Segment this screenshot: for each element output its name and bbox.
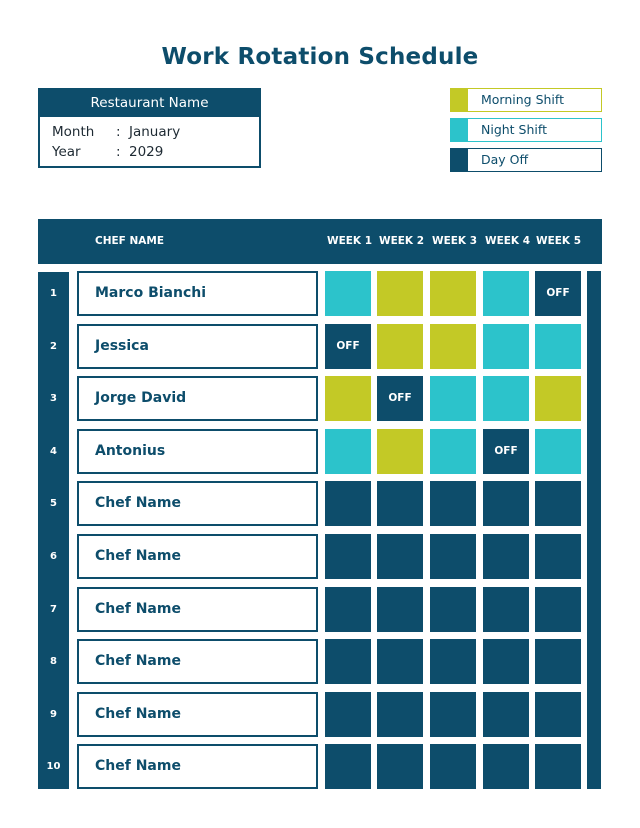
shift-cell-empty[interactable] xyxy=(377,534,423,579)
shift-cell-empty[interactable] xyxy=(325,534,371,579)
row-number: 7 xyxy=(50,603,57,615)
shift-cell-empty[interactable] xyxy=(483,534,529,579)
shift-cell-empty[interactable] xyxy=(430,534,476,579)
month-separator: : xyxy=(116,124,121,140)
shift-cell-empty[interactable] xyxy=(535,691,581,737)
shift-cell-empty[interactable] xyxy=(483,481,529,527)
shift-cell-off[interactable]: OFF xyxy=(535,271,581,316)
shift-cell-off[interactable]: OFF xyxy=(377,376,423,422)
shift-cell-empty[interactable] xyxy=(377,586,423,632)
restaurant-name[interactable]: Restaurant Name xyxy=(40,90,259,117)
shift-cell-empty[interactable] xyxy=(430,586,476,632)
legend-item-night: Night Shift xyxy=(450,118,602,142)
shift-cell-empty[interactable] xyxy=(483,691,529,737)
row-number: 2 xyxy=(50,340,57,352)
header-week-1: WEEK 1 xyxy=(327,235,373,247)
row-number: 4 xyxy=(50,445,57,457)
chef-name-field[interactable]: Marco Bianchi xyxy=(77,271,318,316)
header-week-5: WEEK 5 xyxy=(536,235,582,247)
shift-cell-empty[interactable] xyxy=(535,586,581,632)
row-number: 9 xyxy=(50,708,57,720)
legend-label: Day Off xyxy=(481,152,529,167)
row-number: 5 xyxy=(50,498,57,510)
month-label: Month xyxy=(52,124,95,140)
shift-cell-empty[interactable] xyxy=(535,481,581,527)
shift-cell-empty[interactable] xyxy=(483,639,529,685)
legend-swatch-night xyxy=(451,119,468,141)
right-edge-bar xyxy=(587,271,601,789)
shift-cell-empty[interactable] xyxy=(325,744,371,790)
shift-cell-off[interactable]: OFF xyxy=(325,323,371,369)
restaurant-info-box: Restaurant Name Month: January Year:2029 xyxy=(38,88,261,168)
shift-cell-empty[interactable] xyxy=(535,744,581,790)
shift-cell-night[interactable] xyxy=(535,428,581,474)
header-week-4: WEEK 4 xyxy=(485,235,531,247)
month-value[interactable]: January xyxy=(129,124,180,140)
shift-cell-morning[interactable] xyxy=(430,271,476,316)
year-label: Year xyxy=(52,144,81,160)
shift-cell-morning[interactable] xyxy=(377,323,423,369)
shift-cell-empty[interactable] xyxy=(430,639,476,685)
shift-cell-empty[interactable] xyxy=(430,481,476,527)
shift-cell-morning[interactable] xyxy=(377,271,423,316)
page-title: Work Rotation Schedule xyxy=(161,44,479,70)
header-week-3: WEEK 3 xyxy=(432,235,478,247)
shift-cell-night[interactable] xyxy=(430,428,476,474)
shift-cell-empty[interactable] xyxy=(483,586,529,632)
row-number: 8 xyxy=(50,656,57,668)
shift-cell-night[interactable] xyxy=(483,376,529,422)
shift-cell-empty[interactable] xyxy=(377,691,423,737)
shift-cell-empty[interactable] xyxy=(325,586,371,632)
table-header: CHEF NAME WEEK 1 WEEK 2 WEEK 3 WEEK 4 WE… xyxy=(38,219,602,264)
row-number: 1 xyxy=(50,288,57,299)
chef-name-field[interactable]: Jessica xyxy=(77,323,318,369)
chef-name-field[interactable]: Chef Name xyxy=(77,586,318,632)
chef-name-field[interactable]: Chef Name xyxy=(77,534,318,579)
legend-label: Night Shift xyxy=(481,122,547,137)
shift-cell-empty[interactable] xyxy=(483,744,529,790)
shift-cell-empty[interactable] xyxy=(535,639,581,685)
legend-item-morning: Morning Shift xyxy=(450,88,602,112)
shift-cell-off[interactable]: OFF xyxy=(483,428,529,474)
chef-name-field[interactable]: Chef Name xyxy=(77,639,318,685)
chef-name-field[interactable]: Antonius xyxy=(77,428,318,474)
shift-cell-night[interactable] xyxy=(430,376,476,422)
chef-name-field[interactable]: Chef Name xyxy=(77,744,318,790)
chef-name-field[interactable]: Chef Name xyxy=(77,691,318,737)
header-chef-name: CHEF NAME xyxy=(95,235,165,247)
shift-cell-morning[interactable] xyxy=(377,428,423,474)
shift-cell-empty[interactable] xyxy=(535,534,581,579)
row-number: 6 xyxy=(50,551,57,562)
year-value[interactable]: 2029 xyxy=(129,144,163,160)
year-separator: : xyxy=(116,144,121,160)
shift-cell-morning[interactable] xyxy=(325,376,371,422)
shift-cell-night[interactable] xyxy=(483,271,529,316)
row-number: 10 xyxy=(46,761,61,773)
shift-cell-empty[interactable] xyxy=(377,639,423,685)
shift-cell-empty[interactable] xyxy=(325,691,371,737)
legend-swatch-off xyxy=(451,149,468,171)
shift-cell-night[interactable] xyxy=(325,271,371,316)
shift-cell-empty[interactable] xyxy=(430,691,476,737)
shift-cell-night[interactable] xyxy=(325,428,371,474)
month-row: Month: January xyxy=(52,124,180,140)
shift-cell-empty[interactable] xyxy=(377,744,423,790)
shift-cell-night[interactable] xyxy=(483,323,529,369)
shift-cell-night[interactable] xyxy=(535,323,581,369)
year-row: Year:2029 xyxy=(52,144,163,160)
shift-cell-morning[interactable] xyxy=(430,323,476,369)
shift-cell-empty[interactable] xyxy=(377,481,423,527)
shift-cell-empty[interactable] xyxy=(325,639,371,685)
row-number: 3 xyxy=(50,393,57,405)
legend-swatch-morning xyxy=(451,89,468,111)
shift-cell-empty[interactable] xyxy=(430,744,476,790)
chef-name-field[interactable]: Chef Name xyxy=(77,481,318,527)
legend-label: Morning Shift xyxy=(481,92,564,107)
chef-name-field[interactable]: Jorge David xyxy=(77,376,318,422)
legend-item-off: Day Off xyxy=(450,148,602,172)
header-week-2: WEEK 2 xyxy=(379,235,425,247)
shift-cell-empty[interactable] xyxy=(325,481,371,527)
shift-cell-morning[interactable] xyxy=(535,376,581,422)
